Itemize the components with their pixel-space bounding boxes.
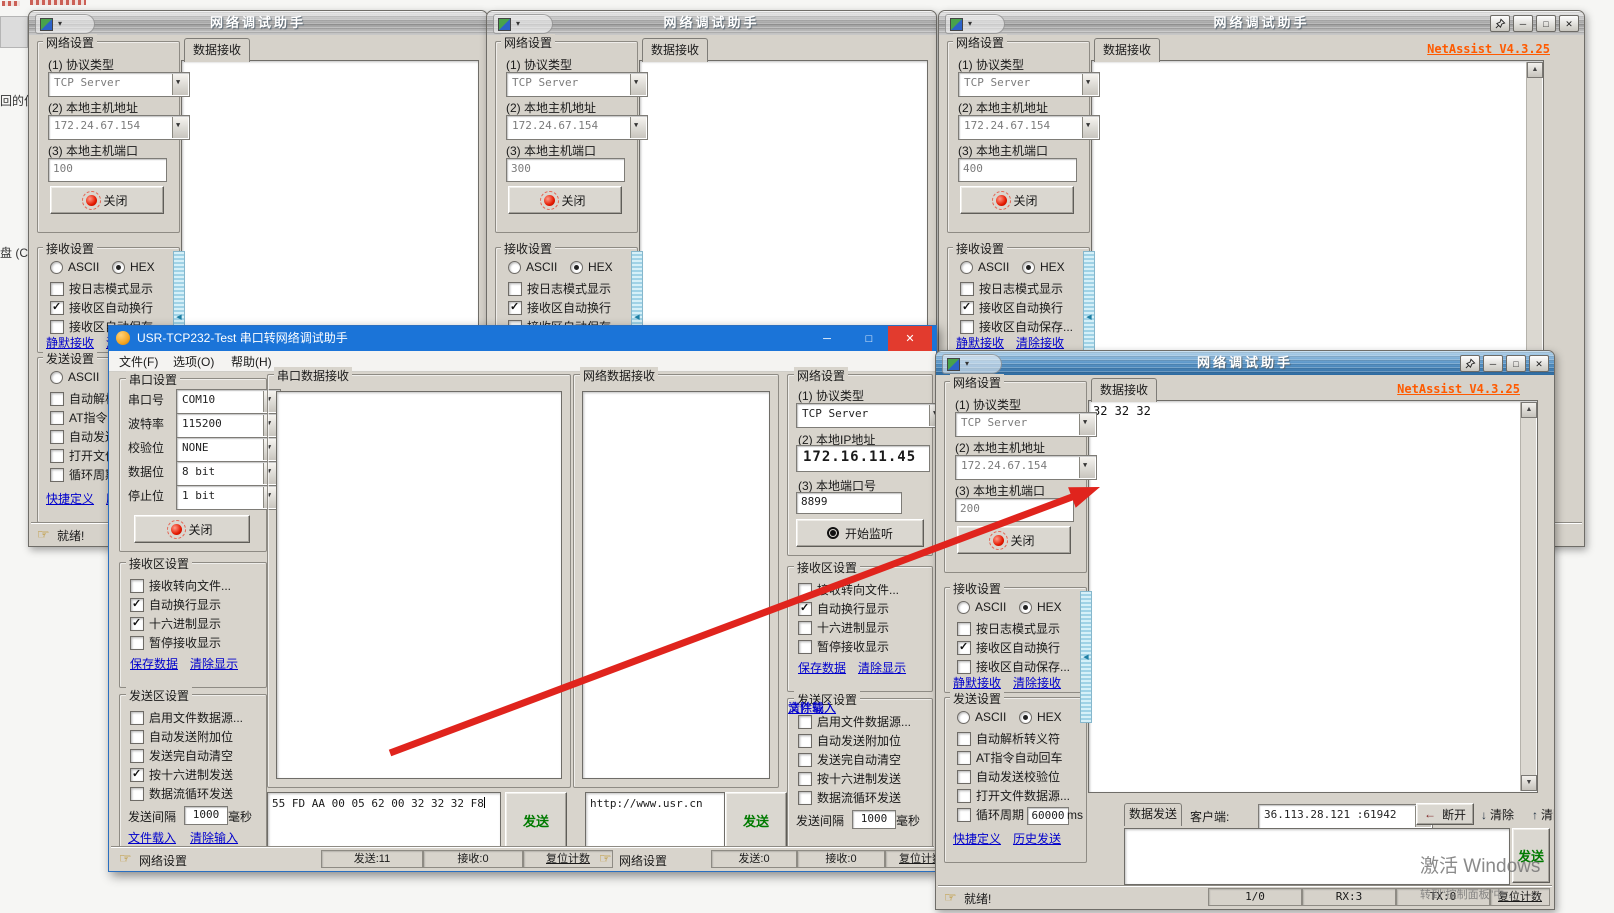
- checkbox-at-enter[interactable]: AT指令自动回车: [957, 749, 1062, 766]
- status-tx: TX:0: [1396, 888, 1490, 906]
- close-icon[interactable]: ✕: [1529, 355, 1549, 372]
- hand-icon: ☞: [944, 889, 957, 905]
- titlebar[interactable]: ▾ 网络调试助手 ─ □ ✕: [936, 351, 1554, 375]
- left-arrow-icon: ←: [1424, 807, 1436, 821]
- radio-icon: [957, 601, 970, 614]
- radio-receive-hex[interactable]: HEX: [1019, 600, 1062, 614]
- checkbox-icon: [957, 751, 971, 765]
- up-arrow-icon: ↑: [1532, 808, 1538, 822]
- maximize-button[interactable]: □: [1506, 355, 1526, 372]
- red-led-icon: [993, 535, 1004, 546]
- checkbox-auto-save[interactable]: 接收区自动保存...: [957, 658, 1070, 675]
- silent-receive-link[interactable]: 静默接收: [953, 674, 1001, 691]
- titlebar-buttons: ─ □ ✕: [1460, 355, 1549, 372]
- status-bar: ☞ 就绪! 1/0 RX:3 TX:0 复位计数: [938, 886, 1552, 907]
- clear-receive-link[interactable]: 清除接收: [1013, 674, 1061, 691]
- host-select[interactable]: 172.24.67.154: [955, 455, 1097, 480]
- radio-receive-ascii[interactable]: ASCII: [957, 600, 1006, 614]
- receive-settings-group: 接收设置 ASCII HEX 按日志模式显示 接收区自动换行 接收区自动保存..…: [944, 587, 1087, 693]
- send-input[interactable]: [1124, 828, 1510, 885]
- checkbox-icon: [957, 641, 971, 655]
- history-send-link[interactable]: 历史发送: [1013, 830, 1061, 847]
- host-label: (2) 本地主机地址: [955, 439, 1045, 456]
- cycle-unit-label: ms: [1067, 808, 1083, 822]
- clear-send-button[interactable]: ↑清除: [1532, 806, 1555, 823]
- status-ready: 就绪!: [964, 890, 991, 907]
- foreground-windows-layer: ▾ 网络调试助手 ─ □ ✕ NetAssist V4.3.25 数据接收 32…: [0, 0, 1614, 913]
- port-label: (3) 本地主机端口: [955, 482, 1045, 499]
- network-settings-group: 网络设置 (1) 协议类型 TCP Server (2) 本地主机地址 172.…: [944, 381, 1087, 573]
- group-label: 接收设置: [950, 580, 1004, 597]
- status-rx: RX:3: [1302, 888, 1396, 906]
- checkbox-auto-checksum[interactable]: 自动发送校验位: [957, 768, 1060, 785]
- checkbox-auto-wrap[interactable]: 接收区自动换行: [957, 639, 1060, 656]
- disconnect-button[interactable]: ←断开: [1416, 803, 1474, 825]
- tab-data-send[interactable]: 数据发送: [1124, 803, 1182, 826]
- radio-icon: [1019, 601, 1032, 614]
- netassist-window-e: ▾ 网络调试助手 ─ □ ✕ NetAssist V4.3.25 数据接收 32…: [935, 350, 1555, 910]
- netassist-version-link[interactable]: NetAssist V4.3.25: [1397, 382, 1520, 396]
- client-label: 客户端:: [1190, 808, 1229, 825]
- desktop: 回的位 盘 (C: ▾ 网络调试助手 ─ □ ✕ NetAssist V4.3.…: [0, 0, 1614, 913]
- scroll-up-icon[interactable]: ▲: [1521, 402, 1537, 418]
- clear-receive-button[interactable]: ↓清除: [1481, 806, 1514, 823]
- radio-send-ascii[interactable]: ASCII: [957, 710, 1006, 724]
- tab-data-receive[interactable]: 数据接收: [1091, 378, 1157, 402]
- checkbox-icon: [957, 660, 971, 674]
- port-input[interactable]: 200: [955, 498, 1074, 522]
- minimize-button[interactable]: ─: [1483, 355, 1503, 372]
- app-menu-button[interactable]: ▾: [942, 354, 1002, 374]
- close-connection-button[interactable]: 关闭: [957, 526, 1071, 554]
- radio-icon: [957, 711, 970, 724]
- checkbox-cycle-period[interactable]: 循环周期: [957, 806, 1024, 823]
- chevron-down-icon[interactable]: [1079, 414, 1095, 435]
- checkbox-icon: [957, 622, 971, 636]
- client-select[interactable]: 36.113.28.121 :61942: [1258, 804, 1433, 829]
- radio-icon: [1019, 711, 1032, 724]
- checkbox-icon: [957, 808, 971, 822]
- send-settings-group: 发送设置 ASCII HEX 自动解析转义符 AT指令自动回车 自动发送校验位 …: [944, 697, 1087, 863]
- checkbox-icon: [957, 770, 971, 784]
- status-connections: 1/0: [1208, 888, 1302, 906]
- data-receive-area[interactable]: 32 32 32 ▲ ▼: [1088, 400, 1538, 793]
- checkbox-icon: [957, 789, 971, 803]
- checkbox-auto-escape[interactable]: 自动解析转义符: [957, 730, 1060, 747]
- checkbox-icon: [957, 732, 971, 746]
- radio-send-hex[interactable]: HEX: [1019, 710, 1062, 724]
- group-label: 网络设置: [950, 374, 1004, 391]
- pin-button[interactable]: [1460, 355, 1480, 372]
- received-data: 32 32 32: [1093, 404, 1517, 418]
- chevron-down-icon: ▾: [965, 360, 969, 368]
- shortcut-define-link[interactable]: 快捷定义: [953, 830, 1001, 847]
- checkbox-file-source[interactable]: 打开文件数据源...: [957, 787, 1070, 804]
- checkbox-log-mode[interactable]: 按日志模式显示: [957, 620, 1060, 637]
- cycle-period-input[interactable]: 60000: [1027, 807, 1069, 825]
- group-label: 发送设置: [950, 690, 1004, 707]
- app-icon: [947, 358, 960, 371]
- vertical-scrollbar[interactable]: ▲ ▼: [1520, 402, 1536, 791]
- protocol-label: (1) 协议类型: [955, 396, 1021, 413]
- scroll-down-icon[interactable]: ▼: [1521, 775, 1537, 791]
- down-arrow-icon: ↓: [1481, 808, 1487, 822]
- reset-counter-link[interactable]: 复位计数: [1490, 888, 1550, 906]
- protocol-select[interactable]: TCP Server: [955, 412, 1097, 437]
- panel-collapse-handle[interactable]: ◀: [1080, 591, 1092, 723]
- send-button[interactable]: 发送: [1512, 828, 1550, 883]
- chevron-down-icon[interactable]: [1079, 457, 1095, 478]
